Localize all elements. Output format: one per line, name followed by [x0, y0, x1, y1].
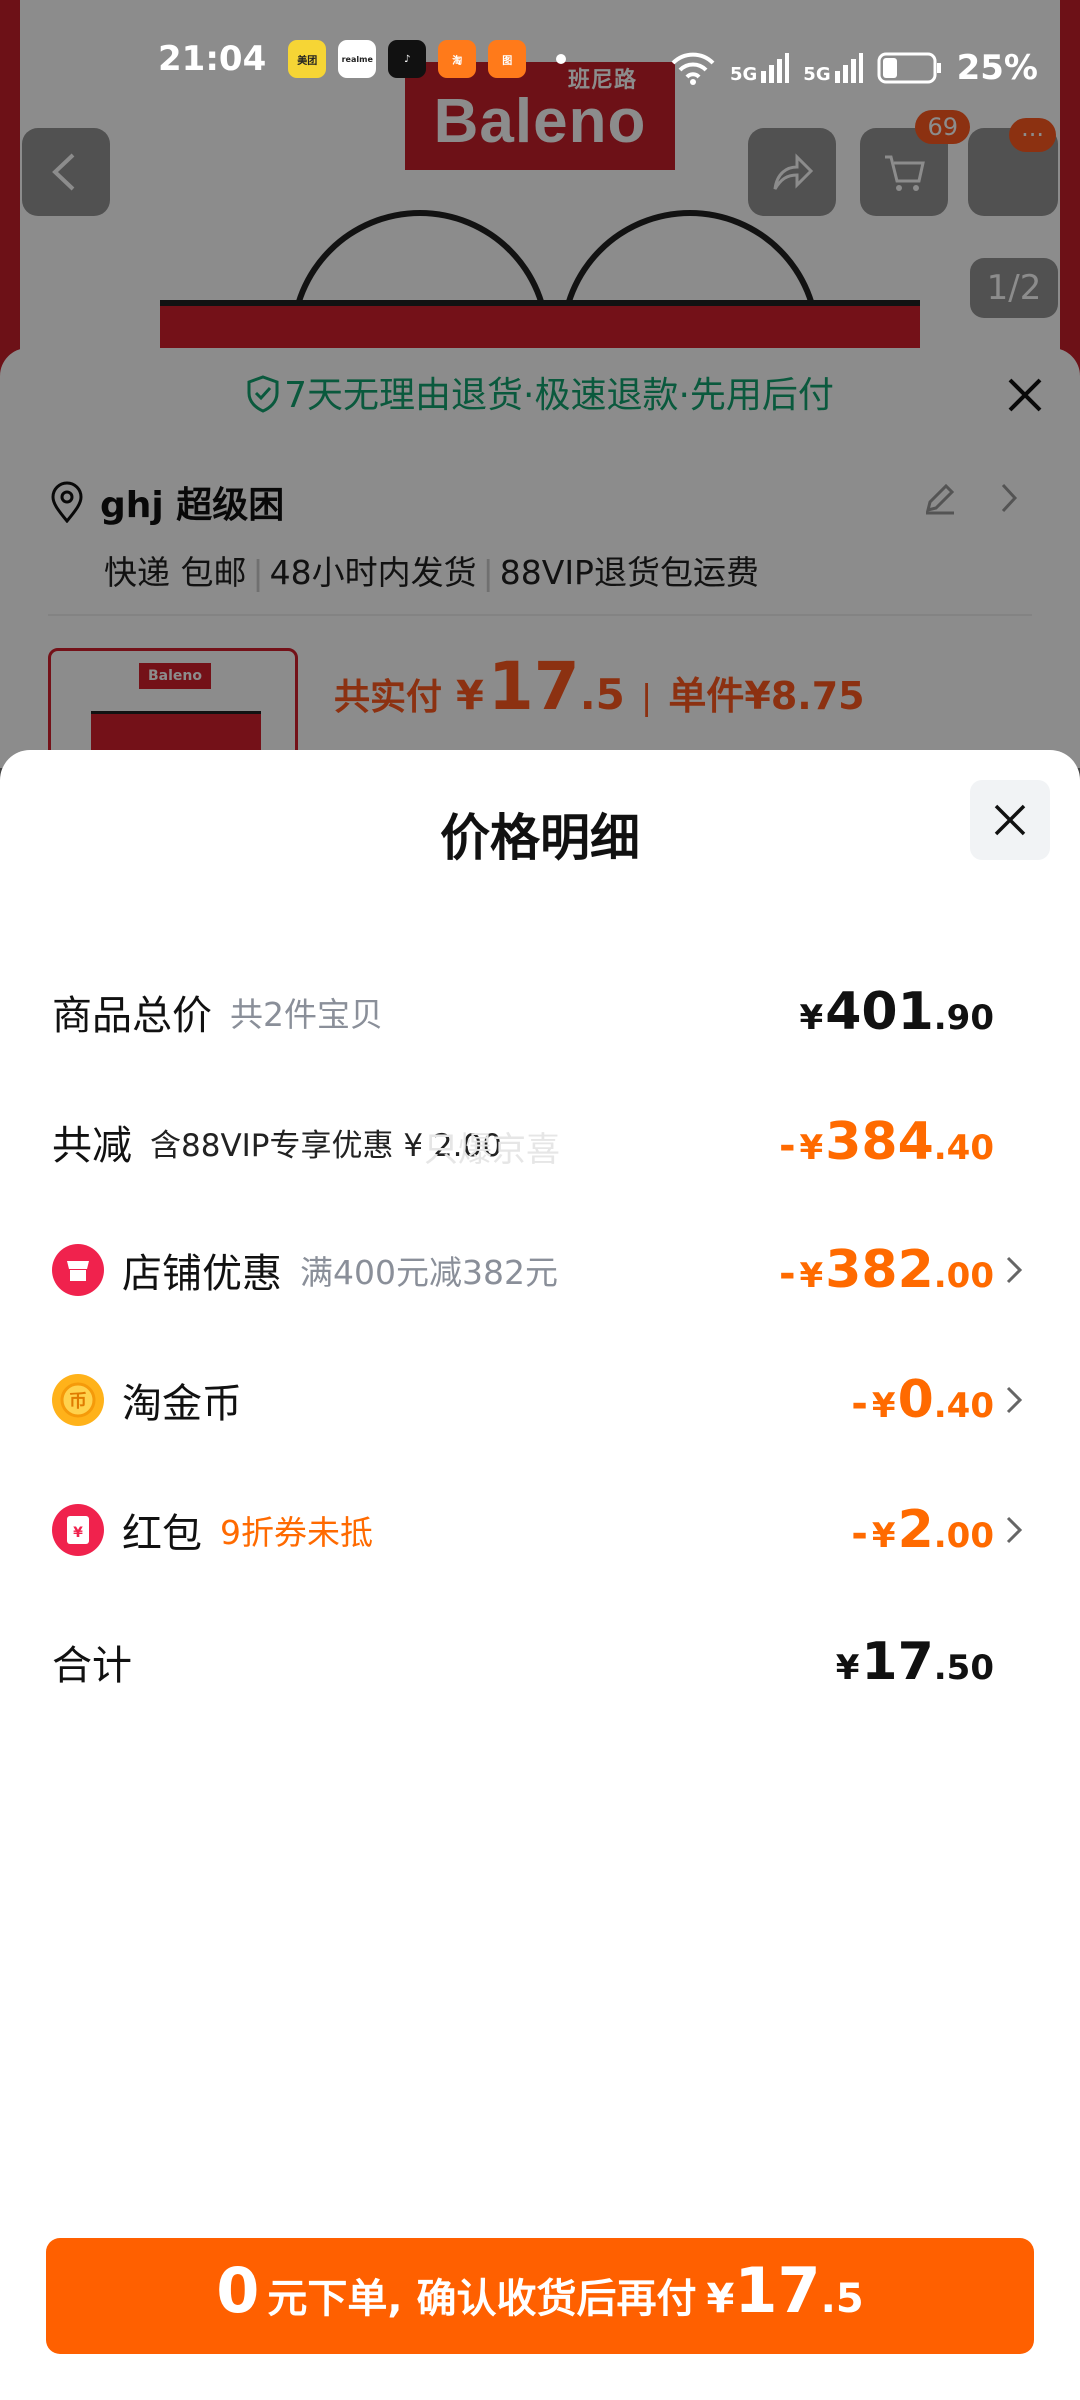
douyin-icon: ♪ [388, 40, 427, 78]
wifi-icon [671, 52, 715, 85]
total-discount-amount: - ¥ 384 .40 [779, 1112, 994, 1172]
grand-total-amount: ¥ 17 .50 [836, 1632, 994, 1692]
red-packet-icon: ¥ [52, 1504, 104, 1556]
coins-amount: - ¥ 0 .40 [851, 1370, 994, 1430]
red-packet-amount: - ¥ 2 .00 [851, 1500, 994, 1560]
amount-int: 17 [861, 1632, 934, 1692]
sheet-title: 价格明细 [440, 809, 640, 867]
currency: ¥ [835, 1648, 860, 1688]
amount-int: 382 [825, 1240, 934, 1300]
store-discount-rule: 满400元减382元 [300, 1253, 558, 1292]
currency: ¥ [799, 998, 824, 1038]
chevron-right-icon [1006, 1386, 1023, 1414]
signal-bars-icon [834, 53, 863, 83]
status-bar: 21:04 美团 realme ♪ 淘 图 5G 5G 25% [0, 0, 1080, 118]
battery-percent: 25% [956, 48, 1038, 88]
taobao-icon: 淘 [438, 40, 477, 78]
notification-dot [556, 54, 567, 64]
cta-currency: ¥ [706, 2276, 735, 2322]
realme-icon: realme [338, 40, 377, 78]
goods-total-amount: ¥ 401 .90 [800, 982, 994, 1042]
net1-label: 5G [729, 64, 758, 85]
store-icon [52, 1244, 104, 1296]
store-discount-label: 店铺优惠 [122, 1251, 282, 1297]
amount-dec: .50 [933, 1648, 994, 1688]
currency: ¥ [871, 1516, 896, 1556]
cta-zero: 0 [216, 2254, 260, 2327]
grand-total-row: 合计 ¥ 17 .50 [52, 1622, 1028, 1702]
chevron-right-icon [1006, 1256, 1023, 1284]
amount-int: 0 [897, 1370, 934, 1430]
svg-text:¥: ¥ [73, 1525, 83, 1541]
red-packet-label: 红包 [122, 1511, 202, 1557]
minus-sign: - [851, 1381, 868, 1427]
amount-int: 2 [897, 1500, 934, 1560]
total-discount-label: 共减 [52, 1123, 132, 1169]
grand-total-label: 合计 [52, 1643, 132, 1689]
signal-2: 5G [803, 51, 863, 85]
store-discount-amount: - ¥ 382 .00 [779, 1240, 994, 1300]
goods-total-label: 商品总价 [52, 993, 212, 1039]
coin-icon: 币 [52, 1374, 104, 1426]
coins-label: 淘金币 [122, 1381, 242, 1427]
amount-dec: .00 [933, 1516, 994, 1556]
place-order-button[interactable]: 0 元下单, 确认收货后再付 ¥ 17 .5 [46, 2238, 1034, 2354]
amount-dec: .90 [933, 998, 994, 1038]
status-right: 5G 5G 25% [670, 48, 1038, 88]
amount-dec: .00 [933, 1256, 994, 1296]
minus-sign: - [778, 1123, 796, 1169]
goods-count: 共2件宝贝 [230, 995, 383, 1034]
cta-amount-dec: .5 [820, 2276, 864, 2322]
battery-icon [877, 52, 941, 84]
currency: ¥ [799, 1256, 824, 1296]
close-button[interactable] [970, 780, 1050, 860]
svg-text:币: 币 [69, 1391, 87, 1412]
currency: ¥ [871, 1386, 896, 1426]
cta-amount-int: 17 [734, 2254, 821, 2327]
chevron-right-icon [1006, 1516, 1023, 1544]
amount-dec: .40 [933, 1128, 994, 1168]
cta-text: 元下单, 确认收货后再付 [267, 2276, 697, 2322]
price-detail-sheet: 价格明细 只爆京喜 商品总价 共2件宝贝 ¥ 401 .90 共减 含88VIP… [0, 750, 1080, 2400]
watermark: 只爆京喜 [424, 1130, 560, 1170]
meituan-icon: 美团 [288, 40, 327, 78]
goods-total-row: 商品总价 共2件宝贝 ¥ 401 .90 [52, 972, 1028, 1052]
app-icon: 图 [488, 40, 527, 78]
red-packet-note: 9折券未抵 [220, 1513, 373, 1552]
store-discount-row[interactable]: 店铺优惠 满400元减382元 - ¥ 382 .00 [52, 1230, 1028, 1310]
currency: ¥ [799, 1128, 824, 1168]
signal-1: 5G [729, 51, 790, 85]
coins-row[interactable]: 币 淘金币 - ¥ 0 .40 [52, 1360, 1028, 1440]
close-icon [994, 804, 1026, 836]
net2-label: 5G [803, 64, 831, 85]
amount-int: 401 [825, 982, 934, 1042]
status-time: 21:04 [158, 39, 267, 79]
signal-bars-icon [761, 53, 790, 83]
minus-sign: - [778, 1251, 796, 1297]
amount-int: 384 [825, 1112, 934, 1172]
red-packet-row[interactable]: ¥ 红包 9折券未抵 - ¥ 2 .00 [52, 1490, 1028, 1570]
minus-sign: - [851, 1511, 868, 1557]
amount-dec: .40 [933, 1386, 994, 1426]
